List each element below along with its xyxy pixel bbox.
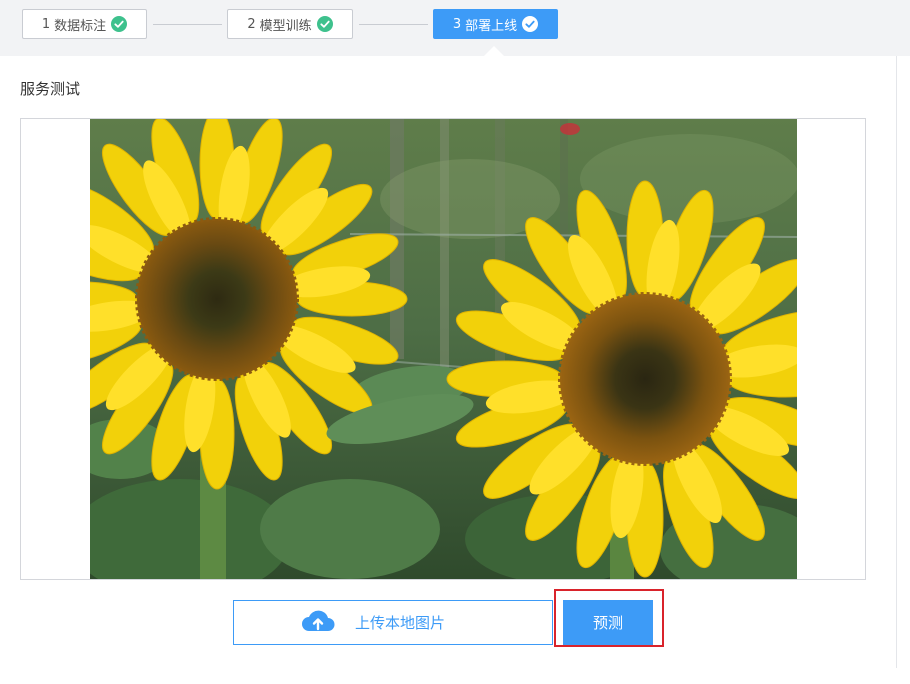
test-image-preview — [20, 118, 866, 580]
check-circle-icon — [111, 16, 128, 32]
step-label: 模型训练 — [259, 18, 312, 34]
panel-divider — [896, 56, 897, 668]
step-1-data-labeling[interactable]: 1 数据标注 — [22, 9, 147, 39]
check-circle-icon — [316, 16, 333, 32]
step-label: 数据标注 — [54, 18, 107, 34]
cloud-upload-icon — [301, 609, 335, 637]
upload-button-label: 上传本地图片 — [354, 614, 445, 632]
predict-button-label: 预测 — [592, 614, 623, 632]
check-circle-icon — [522, 16, 539, 32]
upload-local-image-button[interactable]: 上传本地图片 — [233, 600, 553, 645]
step-progress-bar: 1 数据标注 2 模型训练 3 部署上线 — [0, 0, 910, 56]
step-3-deploy-online[interactable]: 3 部署上线 — [433, 9, 558, 39]
step-number: 1 — [41, 16, 51, 32]
step-label: 部署上线 — [465, 18, 518, 34]
step-number: 3 — [452, 16, 462, 32]
predict-button[interactable]: 预测 — [563, 600, 653, 645]
step-2-model-training[interactable]: 2 模型训练 — [227, 9, 353, 39]
sunflower-image — [90, 119, 797, 579]
active-step-pointer — [484, 46, 504, 56]
step-connector — [153, 24, 222, 25]
section-title: 服务测试 — [20, 80, 81, 98]
step-number: 2 — [247, 16, 256, 32]
step-connector — [359, 24, 428, 25]
